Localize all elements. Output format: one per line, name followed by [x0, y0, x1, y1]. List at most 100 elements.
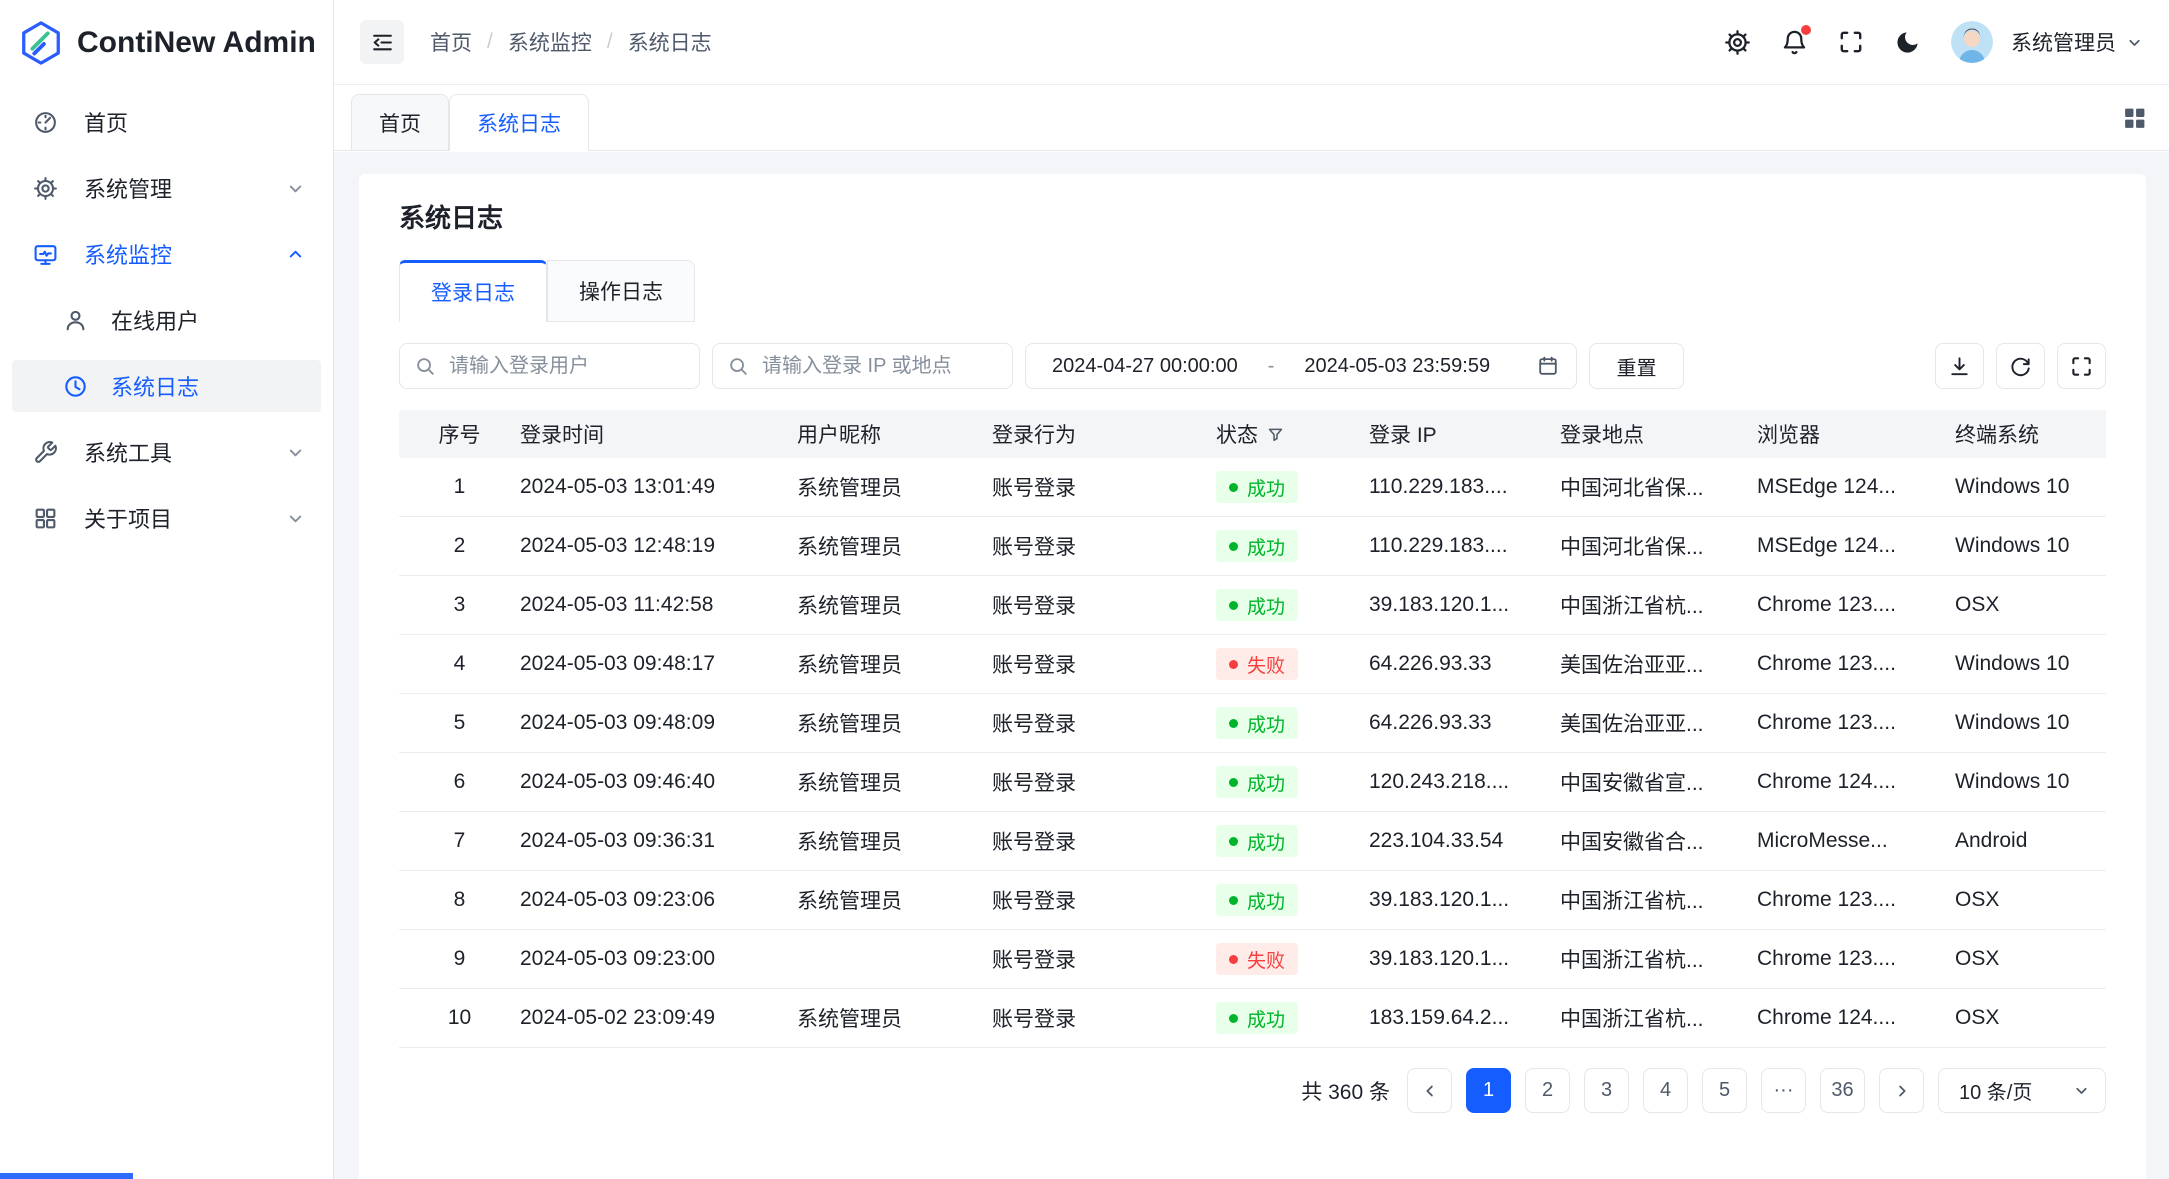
- sidebar-item-home[interactable]: 首页: [12, 96, 321, 148]
- table-row[interactable]: 6 2024-05-03 09:46:40 系统管理员 账号登录 成功 120.…: [399, 753, 2106, 812]
- table-row[interactable]: 7 2024-05-03 09:36:31 系统管理员 账号登录 成功 223.…: [399, 812, 2106, 871]
- sidebar-item-system-monitor[interactable]: 系统监控: [12, 228, 321, 280]
- sidebar-collapse-button[interactable]: [360, 20, 404, 64]
- cell-login-location: 中国浙江省杭...: [1560, 1003, 1757, 1033]
- tab-home[interactable]: 首页: [351, 94, 449, 151]
- table-row[interactable]: 3 2024-05-03 11:42:58 系统管理员 账号登录 成功 39.1…: [399, 576, 2106, 635]
- cell-login-ip: 39.183.120.1...: [1369, 947, 1560, 971]
- table-body: 1 2024-05-03 13:01:49 系统管理员 账号登录 成功 110.…: [399, 458, 2106, 1048]
- cell-os: Windows 10: [1955, 652, 2105, 676]
- layout-grid-icon[interactable]: [2122, 105, 2147, 130]
- page-button[interactable]: 3: [1584, 1068, 1629, 1113]
- login-log-table: 序号 登录时间 用户昵称 登录行为 状态 登录 IP 登录地点 浏: [399, 410, 2106, 1048]
- system-log-card: 系统日志 登录日志 操作日志: [359, 174, 2146, 1179]
- topbar-actions: 系统管理员: [1724, 21, 2143, 63]
- date-range-picker[interactable]: 2024-04-27 00:00:00 - 2024-05-03 23:59:5…: [1025, 343, 1577, 389]
- sidebar-item-system-tools[interactable]: 系统工具: [12, 426, 321, 478]
- reset-button[interactable]: 重置: [1589, 343, 1684, 389]
- user-menu[interactable]: 系统管理员: [2011, 27, 2143, 57]
- breadcrumb-separator: /: [487, 30, 493, 54]
- cell-browser: MicroMesse...: [1757, 829, 1955, 853]
- chevron-down-icon: [286, 443, 305, 462]
- tab-login-logs[interactable]: 登录日志: [399, 260, 547, 322]
- table-row[interactable]: 1 2024-05-03 13:01:49 系统管理员 账号登录 成功 110.…: [399, 458, 2106, 517]
- settings-gear-icon[interactable]: [1724, 29, 1751, 56]
- cell-user-nickname: 系统管理员: [797, 826, 992, 856]
- cell-login-ip: 110.229.183....: [1369, 534, 1560, 558]
- sidebar-menu: 首页 系统管理 系统监控: [0, 85, 333, 544]
- breadcrumb-separator: /: [607, 30, 613, 54]
- status-badge: 成功: [1216, 825, 1298, 857]
- table-fullscreen-button[interactable]: [2057, 343, 2106, 389]
- refresh-button[interactable]: [1996, 343, 2045, 389]
- table-row[interactable]: 9 2024-05-03 09:23:00 账号登录 失败 39.183.120…: [399, 930, 2106, 989]
- cell-login-ip: 183.159.64.2...: [1369, 1006, 1560, 1030]
- cell-login-time: 2024-05-03 09:48:09: [520, 711, 797, 735]
- date-end: 2024-05-03 23:59:59: [1304, 355, 1490, 378]
- download-icon: [1948, 355, 1971, 378]
- page-button[interactable]: 5: [1702, 1068, 1747, 1113]
- login-user-search: [399, 343, 700, 389]
- search-input[interactable]: [712, 343, 1013, 389]
- page-button[interactable]: 36: [1820, 1068, 1865, 1113]
- table-row[interactable]: 10 2024-05-02 23:09:49 系统管理员 账号登录 成功 183…: [399, 989, 2106, 1048]
- tab-operation-logs[interactable]: 操作日志: [547, 260, 695, 322]
- table-row[interactable]: 5 2024-05-03 09:48:09 系统管理员 账号登录 成功 64.2…: [399, 694, 2106, 753]
- breadcrumb-item[interactable]: 首页: [430, 27, 472, 57]
- cell-os: Windows 10: [1955, 711, 2105, 735]
- cell-status: 成功: [1216, 707, 1369, 739]
- tab-system-logs[interactable]: 系统日志: [449, 94, 589, 151]
- sidebar-item-label: 系统工具: [84, 436, 172, 468]
- table-row[interactable]: 4 2024-05-03 09:48:17 系统管理员 账号登录 失败 64.2…: [399, 635, 2106, 694]
- cell-login-ip: 223.104.33.54: [1369, 829, 1560, 853]
- prev-page-button[interactable]: [1407, 1068, 1452, 1113]
- sidebar-item-online-users[interactable]: 在线用户: [12, 294, 321, 346]
- sidebar-item-about-project[interactable]: 关于项目: [12, 492, 321, 544]
- page-button[interactable]: 4: [1643, 1068, 1688, 1113]
- cell-status: 成功: [1216, 884, 1369, 916]
- tab-label: 操作日志: [579, 276, 663, 306]
- table-row[interactable]: 8 2024-05-03 09:23:06 系统管理员 账号登录 成功 39.1…: [399, 871, 2106, 930]
- cell-login-ip: 39.183.120.1...: [1369, 888, 1560, 912]
- sidebar-item-label: 首页: [84, 106, 128, 138]
- notification-bell-icon[interactable]: [1781, 29, 1808, 56]
- cell-login-ip: 64.226.93.33: [1369, 711, 1560, 735]
- sidebar-item-system-logs[interactable]: 系统日志: [12, 360, 321, 412]
- date-start: 2024-04-27 00:00:00: [1052, 355, 1238, 378]
- cell-os: Android: [1955, 829, 2105, 853]
- status-badge: 成功: [1216, 707, 1298, 739]
- next-page-button[interactable]: [1879, 1068, 1924, 1113]
- breadcrumb-item[interactable]: 系统监控: [508, 27, 592, 57]
- table-row[interactable]: 2 2024-05-03 12:48:19 系统管理员 账号登录 成功 110.…: [399, 517, 2106, 576]
- chevron-up-icon: [286, 245, 305, 264]
- topbar: 首页 / 系统监控 / 系统日志: [334, 0, 2169, 85]
- sidebar-item-system-management[interactable]: 系统管理: [12, 162, 321, 214]
- cell-status: 成功: [1216, 1002, 1369, 1034]
- dashboard-icon: [33, 110, 58, 135]
- cell-browser: Chrome 123....: [1757, 711, 1955, 735]
- table-header-row: 序号 登录时间 用户昵称 登录行为 状态 登录 IP 登录地点 浏: [399, 410, 2106, 458]
- cell-login-action: 账号登录: [992, 826, 1216, 856]
- cell-user-nickname: 系统管理员: [797, 767, 992, 797]
- download-button[interactable]: [1935, 343, 1984, 389]
- cell-login-action: 账号登录: [992, 649, 1216, 679]
- search-input[interactable]: [399, 343, 700, 389]
- dark-mode-moon-icon[interactable]: [1894, 29, 1921, 56]
- page-size-select[interactable]: 10 条/页: [1938, 1068, 2106, 1113]
- main-area: 首页 / 系统监控 / 系统日志: [334, 0, 2169, 1179]
- cell-login-location: 美国佐治亚亚...: [1560, 649, 1757, 679]
- avatar[interactable]: [1951, 21, 1993, 63]
- date-separator: -: [1268, 355, 1275, 378]
- breadcrumb-item[interactable]: 系统日志: [628, 27, 712, 57]
- app-logo[interactable]: ContiNew Admin: [0, 0, 333, 85]
- grid-icon: [33, 506, 58, 531]
- filter-funnel-icon[interactable]: [1267, 426, 1284, 443]
- page-button[interactable]: 1: [1466, 1068, 1511, 1113]
- page-button[interactable]: 2: [1525, 1068, 1570, 1113]
- expand-icon: [2070, 355, 2093, 378]
- fullscreen-icon[interactable]: [1838, 29, 1864, 55]
- column-header: 终端系统: [1955, 419, 2105, 449]
- page-button[interactable]: ···: [1761, 1068, 1806, 1113]
- pagination: 共 360 条 1 2 3 4 5: [399, 1068, 2106, 1113]
- cell-login-time: 2024-05-03 09:23:00: [520, 947, 797, 971]
